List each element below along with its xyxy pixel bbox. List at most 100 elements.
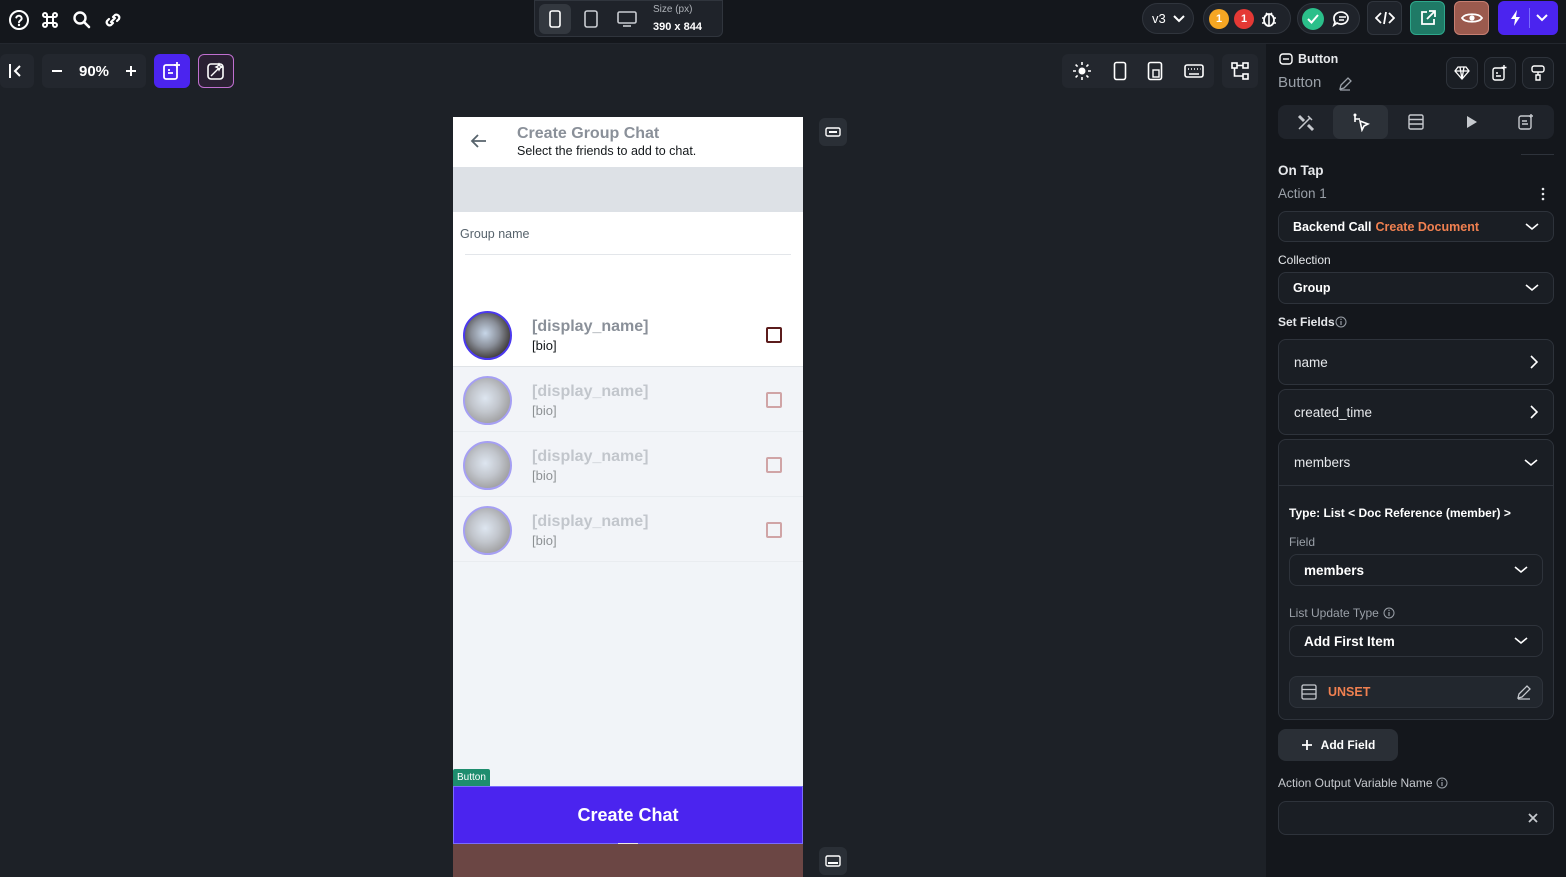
device-frame-icon[interactable]: [1147, 61, 1163, 81]
unset-value: UNSET: [1328, 685, 1371, 699]
tab-documentation[interactable]: [1498, 105, 1553, 139]
keyboard-icon[interactable]: [1183, 64, 1204, 78]
ai-wand-icon: [207, 62, 224, 80]
add-field-button[interactable]: Add Field: [1278, 729, 1398, 761]
search-icon[interactable]: [70, 8, 94, 32]
display-name: [display_name]: [532, 513, 649, 530]
select-checkbox[interactable]: [766, 457, 782, 473]
add-widget-button[interactable]: [154, 54, 190, 88]
chevron-right-icon: [1530, 355, 1538, 369]
friend-row[interactable]: [display_name] [bio]: [453, 368, 803, 432]
friend-row[interactable]: [display_name] [bio]: [453, 498, 803, 562]
run-button[interactable]: [1498, 1, 1558, 35]
info-icon[interactable]: [1383, 607, 1395, 619]
field-dropdown[interactable]: members: [1289, 554, 1543, 586]
open-external-button[interactable]: [1410, 1, 1445, 35]
select-checkbox[interactable]: [766, 522, 782, 538]
group-name-field[interactable]: Group name: [453, 212, 803, 303]
navbar-icon: [825, 855, 841, 867]
nodes-icon: [1231, 62, 1249, 80]
code-view-button[interactable]: [1367, 1, 1402, 35]
field-row-members[interactable]: members: [1279, 440, 1553, 486]
tab-backend-query[interactable]: [1388, 105, 1443, 139]
size-label: Size (px): [653, 4, 693, 15]
bio: [bio]: [532, 338, 557, 353]
info-icon[interactable]: [1436, 777, 1448, 789]
paint-button[interactable]: [1522, 57, 1554, 89]
bug-icon: [1262, 11, 1276, 27]
button-widget-icon: [1279, 53, 1293, 65]
input-underline: [465, 254, 791, 255]
chevron-down-icon: [1525, 222, 1539, 230]
issues-group[interactable]: 1 1: [1203, 3, 1291, 34]
command-icon[interactable]: [38, 8, 62, 32]
eye-icon: [1460, 13, 1483, 23]
device-selector: Size (px) 390 x 844: [534, 0, 723, 37]
avatar: [463, 506, 512, 555]
select-checkbox[interactable]: [766, 327, 782, 343]
chevron-right-icon: [1530, 405, 1538, 419]
zoom-out-icon[interactable]: [50, 64, 64, 78]
collab-group[interactable]: [1297, 3, 1360, 34]
friend-row[interactable]: [display_name] [bio]: [453, 433, 803, 497]
add-component-button[interactable]: [1484, 57, 1516, 89]
info-icon[interactable]: [1335, 316, 1347, 328]
tab-animations[interactable]: [1443, 105, 1498, 139]
clear-icon[interactable]: [1527, 812, 1539, 824]
preview-button[interactable]: [1454, 1, 1489, 35]
gem-button[interactable]: [1446, 57, 1478, 89]
bio: [bio]: [532, 403, 557, 418]
chevron-down-icon: [1514, 566, 1528, 574]
friend-row[interactable]: [display_name] [bio]: [453, 303, 803, 367]
check-icon: [1302, 7, 1324, 30]
comments-icon: [1332, 10, 1349, 27]
value-source-field[interactable]: UNSET: [1289, 676, 1543, 708]
version-dropdown[interactable]: v3: [1142, 3, 1194, 34]
display-name: [display_name]: [532, 383, 649, 400]
app-bar: Create Group Chat Select the friends to …: [453, 117, 803, 167]
light-mode-icon[interactable]: [1072, 61, 1092, 81]
list-update-dropdown[interactable]: Add First Item: [1289, 625, 1543, 657]
variable-icon: [1301, 684, 1317, 700]
desktop-device-icon[interactable]: [611, 4, 643, 34]
field-row-created-time[interactable]: created_time: [1278, 389, 1554, 435]
collection-dropdown[interactable]: Group: [1278, 272, 1554, 304]
output-var-input[interactable]: [1278, 801, 1554, 835]
mobile-device-icon[interactable]: [539, 4, 571, 34]
select-checkbox[interactable]: [766, 392, 782, 408]
add-component-icon: [1492, 65, 1507, 81]
zoom-level[interactable]: 90%: [79, 63, 109, 80]
action-category: Backend Call: [1293, 219, 1372, 234]
back-arrow-icon[interactable]: [470, 133, 488, 149]
link-icon[interactable]: [101, 8, 125, 32]
field-type: Type: List < Doc Reference (member) >: [1289, 506, 1511, 520]
portrait-icon[interactable]: [1113, 61, 1127, 81]
ai-edit-button[interactable]: [198, 54, 234, 88]
paint-icon: [1531, 65, 1545, 81]
collapse-panel-button[interactable]: [0, 54, 34, 88]
size-value[interactable]: 390 x 844: [653, 21, 702, 33]
collection-label: Collection: [1278, 253, 1331, 267]
help-icon[interactable]: [7, 8, 31, 32]
zoom-in-icon[interactable]: [124, 64, 138, 78]
field-name: created_time: [1294, 404, 1373, 420]
tab-actions[interactable]: [1333, 105, 1388, 139]
tools-icon: [1297, 114, 1314, 132]
create-chat-button[interactable]: Create Chat: [453, 786, 803, 844]
output-var-label: Action Output Variable Name: [1278, 776, 1433, 790]
widget-name[interactable]: Button: [1278, 74, 1321, 91]
toggle-navbar-button[interactable]: [819, 847, 847, 875]
toggle-appbar-button[interactable]: [819, 118, 847, 146]
page-subtitle: Select the friends to add to chat.: [517, 144, 697, 158]
field-row-name[interactable]: name: [1278, 339, 1554, 385]
tablet-device-icon[interactable]: [575, 4, 607, 34]
action-type-dropdown[interactable]: Backend Call Create Document: [1278, 211, 1554, 242]
action-label: Action 1: [1278, 186, 1327, 201]
edit-icon[interactable]: [1516, 684, 1532, 700]
more-options-icon[interactable]: [1540, 187, 1546, 201]
tab-properties[interactable]: [1278, 105, 1333, 139]
collection-value: Group: [1293, 281, 1331, 295]
bottom-safe-area: [453, 844, 803, 877]
connections-button[interactable]: [1222, 54, 1258, 88]
edit-name-icon[interactable]: [1338, 77, 1352, 91]
